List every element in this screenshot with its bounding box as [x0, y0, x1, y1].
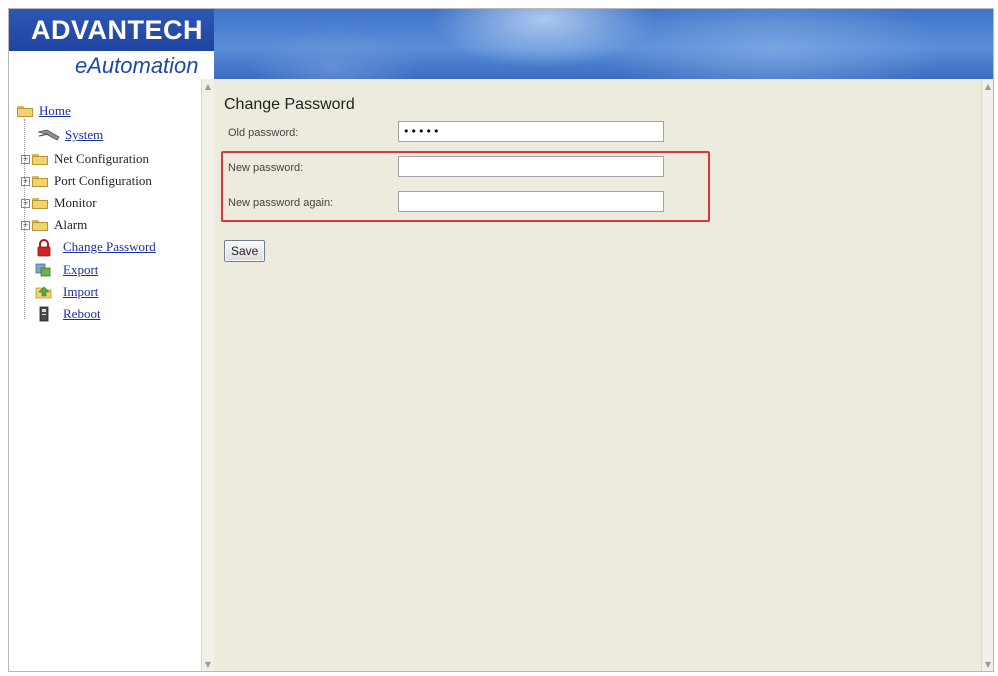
expand-icon[interactable]: + [21, 198, 30, 208]
sidebar-item-label: Port Configuration [54, 173, 152, 188]
export-icon [35, 262, 53, 278]
import-icon [35, 284, 53, 300]
sidebar-item-label: Alarm [54, 217, 88, 232]
header-banner [214, 9, 993, 79]
new-password-again-label: New password again: [228, 197, 334, 209]
scroll-up-icon[interactable]: ▲ [204, 83, 212, 91]
browser-frame: ADVANTECH eAutomation Home System + Net … [8, 8, 994, 672]
scroll-up-icon[interactable]: ▲ [984, 83, 992, 91]
logo-text: ADVANTECH [31, 15, 203, 45]
sidebar-tree: Home System + Net Configuration + Port C… [9, 79, 201, 671]
sidebar-item-import[interactable]: Import [35, 284, 98, 300]
logo-bar: ADVANTECH [9, 9, 214, 51]
new-password-field[interactable] [398, 156, 664, 177]
lock-icon [35, 239, 53, 257]
reboot-icon [35, 306, 53, 322]
sidebar-item-monitor[interactable]: + Monitor [21, 195, 97, 211]
main-panel: Change Password Old password: New passwo… [214, 79, 981, 671]
sidebar-item-label: Import [63, 284, 99, 299]
old-password-field[interactable] [398, 121, 664, 142]
page-title: Change Password [224, 96, 355, 113]
sidebar-item-change-password[interactable]: Change Password [35, 239, 156, 257]
new-password-again-field[interactable] [398, 191, 664, 212]
main-scrollbar[interactable]: ▲ ▼ [981, 79, 993, 671]
sidebar-item-label: Net Configuration [54, 151, 149, 166]
sidebar-item-label: System [65, 127, 104, 142]
scroll-down-icon[interactable]: ▼ [984, 661, 992, 669]
folder-icon [32, 153, 48, 165]
network-cable-icon [37, 127, 60, 143]
save-button[interactable]: Save [224, 240, 266, 262]
expand-icon[interactable]: + [21, 154, 30, 164]
folder-icon [32, 219, 48, 231]
expand-icon[interactable]: + [21, 220, 30, 230]
sidebar-item-home[interactable]: Home [17, 103, 71, 119]
expand-icon[interactable]: + [21, 176, 30, 186]
sidebar-item-reboot[interactable]: Reboot [35, 306, 101, 322]
sidebar-item-system[interactable]: System [37, 127, 103, 143]
tagline: eAutomation [75, 53, 199, 78]
sidebar-item-label: Change Password [63, 239, 156, 254]
sidebar-item-label: Reboot [63, 306, 101, 321]
sidebar-item-port-configuration[interactable]: + Port Configuration [21, 173, 152, 189]
sidebar-item-label: Monitor [54, 195, 97, 210]
logo: ADVANTECH eAutomation [9, 9, 214, 79]
folder-icon [32, 175, 48, 187]
folder-open-icon [17, 105, 33, 117]
folder-icon [32, 197, 48, 209]
sidebar-item-label: Export [63, 262, 99, 277]
sidebar-item-net-configuration[interactable]: + Net Configuration [21, 151, 149, 167]
old-password-label: Old password: [228, 127, 299, 139]
sidebar-item-alarm[interactable]: + Alarm [21, 217, 87, 233]
sidebar-item-export[interactable]: Export [35, 262, 98, 278]
sidebar-item-label: Home [39, 103, 71, 118]
header: ADVANTECH eAutomation [9, 9, 993, 79]
scroll-down-icon[interactable]: ▼ [204, 661, 212, 669]
new-password-label: New password: [228, 162, 304, 174]
sidebar-scrollbar[interactable]: ▲ ▼ [201, 79, 214, 671]
